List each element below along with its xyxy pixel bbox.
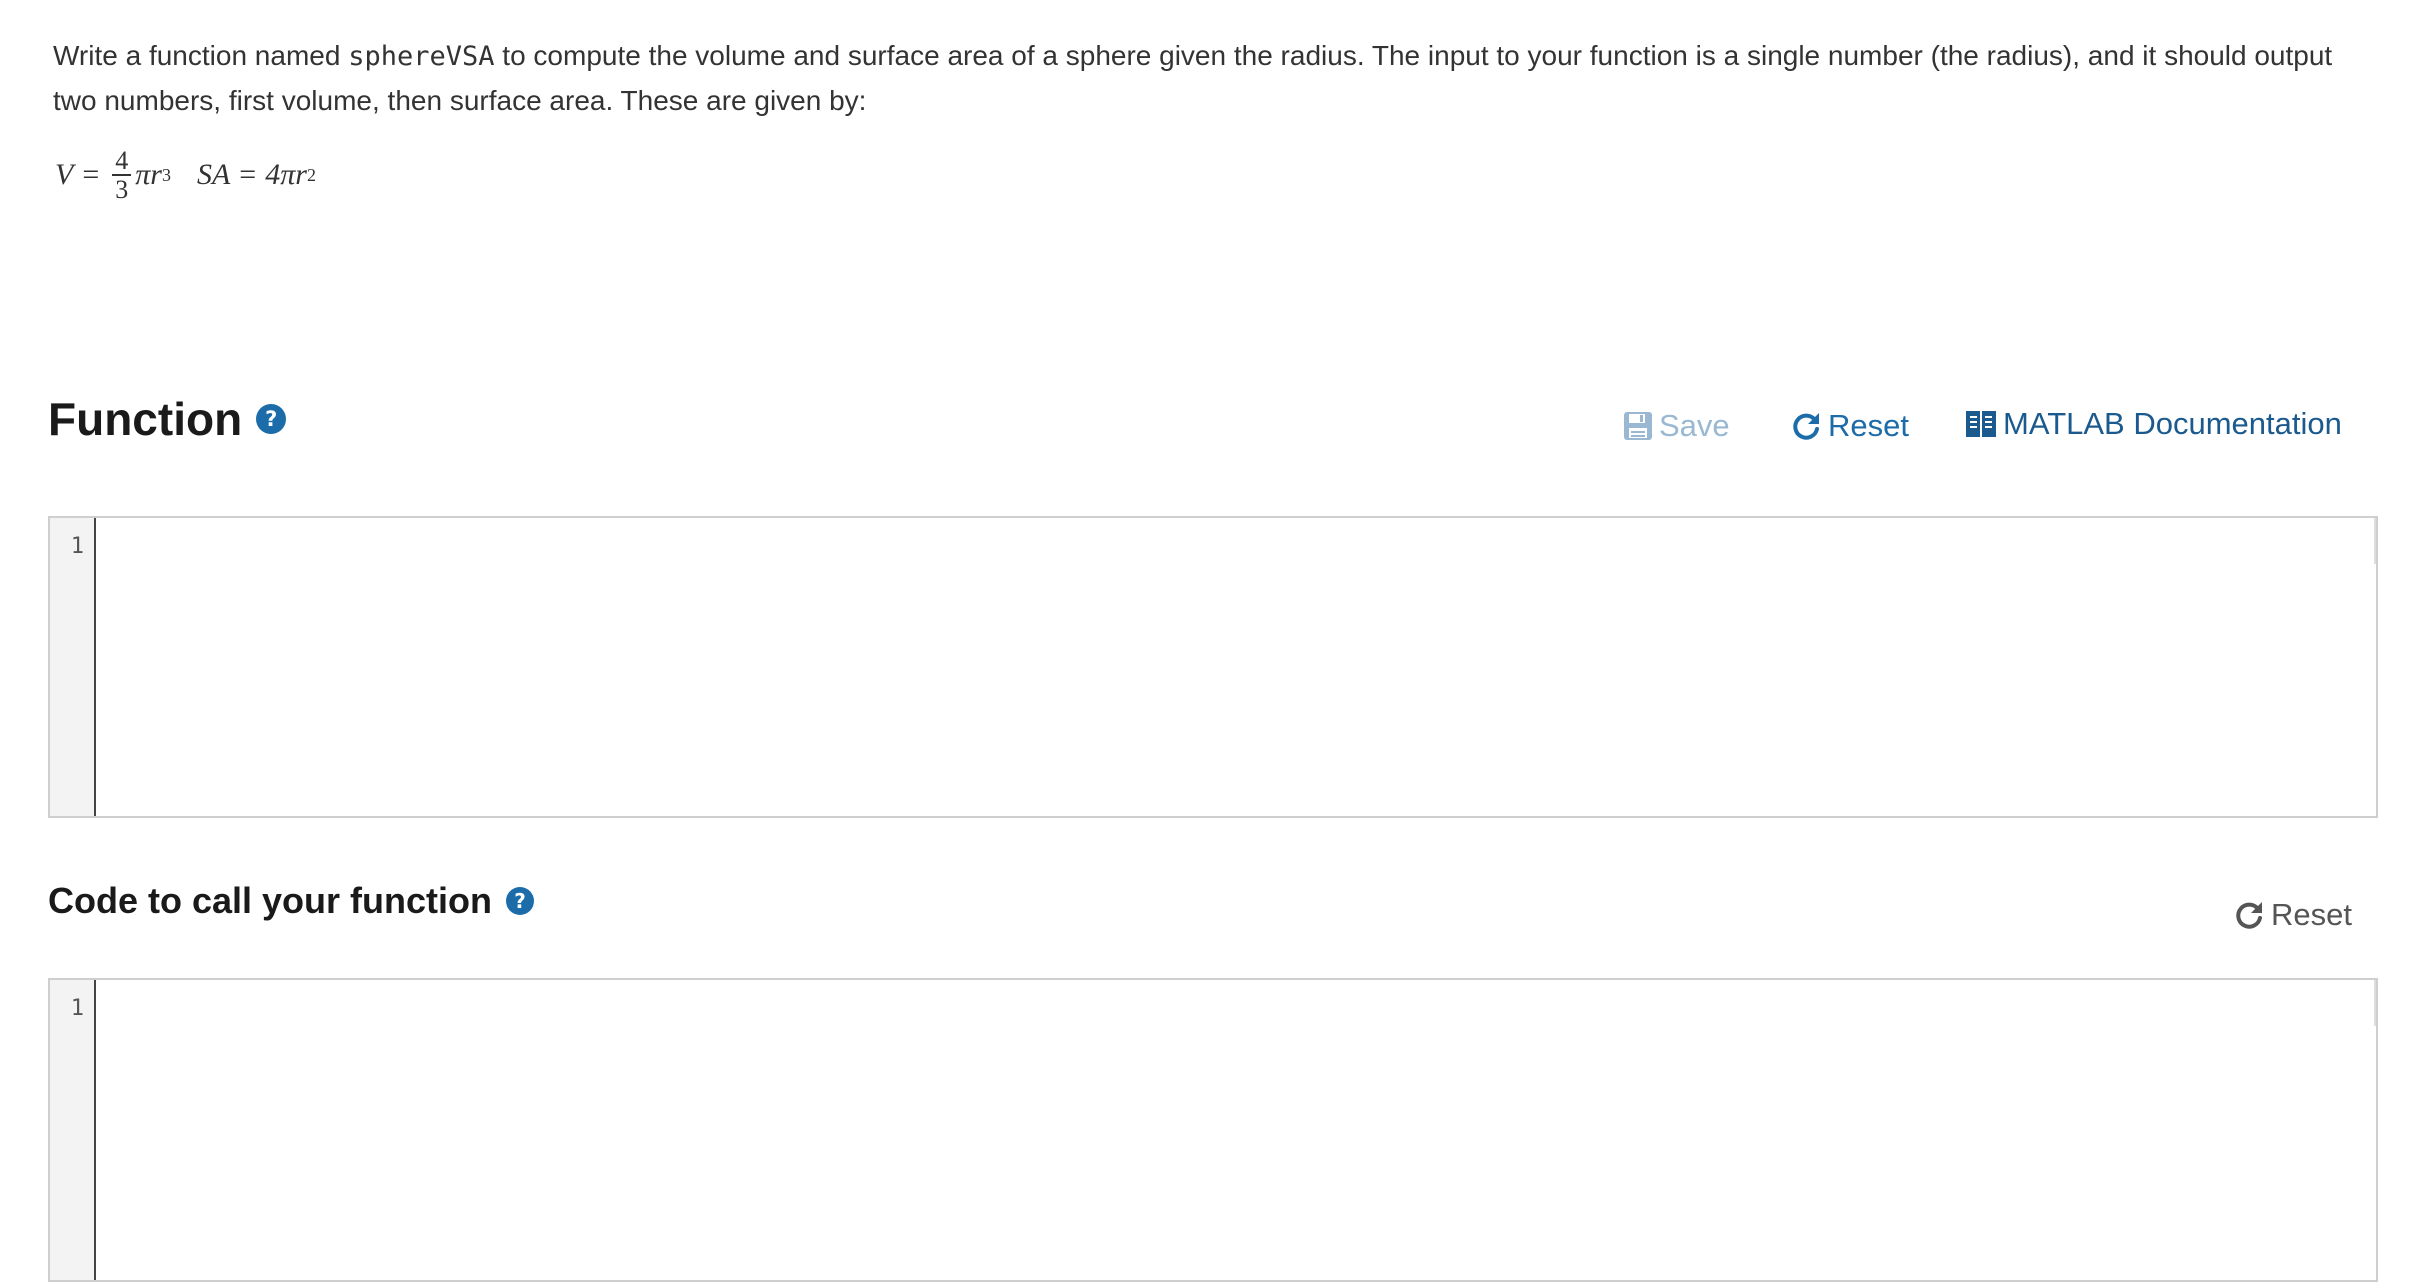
call-section-title: Code to call your function ? bbox=[48, 880, 535, 922]
code-input[interactable] bbox=[96, 980, 2376, 1026]
function-editor[interactable]: 1 bbox=[48, 516, 2378, 818]
fraction-denominator: 3 bbox=[115, 175, 129, 204]
help-icon[interactable]: ? bbox=[256, 404, 287, 434]
surface-area-variable: SA bbox=[196, 158, 231, 191]
volume-variable: V bbox=[55, 158, 74, 191]
matlab-documentation-link[interactable]: MATLAB Documentation bbox=[1965, 406, 2342, 442]
call-title-text: Code to call your function bbox=[48, 880, 493, 921]
formula: V = 4 3 πr 3 SA = 4πr 2 bbox=[55, 140, 316, 210]
surface-area-body: 4πr bbox=[265, 158, 307, 191]
book-icon bbox=[1966, 411, 1996, 437]
line-number-gutter: 1 bbox=[50, 980, 96, 1280]
problem-statement: Write a function named sphereVSA to comp… bbox=[53, 34, 2353, 123]
documentation-label: MATLAB Documentation bbox=[2003, 406, 2342, 441]
reset-label: Reset bbox=[2271, 897, 2352, 932]
function-name: sphereVSA bbox=[348, 41, 495, 72]
save-button[interactable]: Save bbox=[1623, 408, 1730, 444]
rotate-icon bbox=[2236, 902, 2262, 929]
function-section-title: Function ? bbox=[48, 392, 287, 446]
fraction: 4 3 bbox=[112, 147, 132, 204]
call-editor[interactable]: 1 bbox=[48, 978, 2378, 1282]
line-number-gutter: 1 bbox=[50, 518, 96, 816]
surface-area-exponent: 2 bbox=[306, 164, 316, 185]
help-icon[interactable]: ? bbox=[506, 887, 535, 915]
reset-call-button[interactable]: Reset bbox=[2233, 897, 2352, 933]
fraction-numerator: 4 bbox=[112, 147, 132, 176]
problem-text-before: Write a function named bbox=[53, 40, 349, 71]
function-title-text: Function bbox=[48, 393, 243, 445]
floppy-disk-icon bbox=[1624, 412, 1652, 440]
code-input[interactable] bbox=[96, 518, 2376, 564]
rotate-icon bbox=[1793, 413, 1819, 440]
reset-function-button[interactable]: Reset bbox=[1790, 408, 1909, 444]
reset-label: Reset bbox=[1828, 408, 1909, 443]
volume-exponent: 3 bbox=[161, 164, 171, 185]
line-number: 1 bbox=[70, 534, 84, 559]
equals-sign: = bbox=[82, 158, 100, 191]
equals-sign-2: = bbox=[239, 158, 257, 191]
line-number: 1 bbox=[70, 996, 84, 1021]
save-label: Save bbox=[1659, 408, 1730, 443]
volume-body: πr bbox=[135, 158, 162, 191]
